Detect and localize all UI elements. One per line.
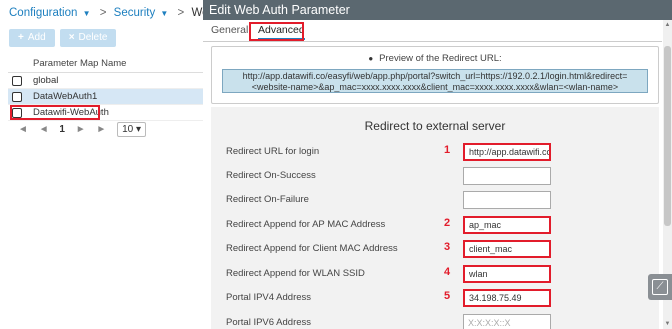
caret-down-icon[interactable]: ▼: [83, 9, 91, 18]
add-button-label: Add: [27, 32, 46, 43]
scroll-thumb[interactable]: [664, 46, 671, 226]
annotation-marker: 1: [444, 144, 451, 156]
chevron-right-icon: >: [99, 7, 107, 19]
annotation-highlight-box: [10, 105, 100, 120]
scroll-up-icon[interactable]: ▲: [663, 22, 672, 28]
column-header[interactable]: Parameter Map Name: [8, 57, 207, 73]
redirect-success-row: Redirect On-Success: [226, 167, 651, 185]
list-toolbar: + Add × Delete: [9, 29, 118, 47]
row-name[interactable]: global: [33, 75, 58, 86]
delete-button-label: Delete: [78, 32, 108, 43]
edit-web-auth-dialog: Edit Web Auth Parameter General Advanced…: [203, 0, 672, 329]
next-page-icon[interactable]: ►: [76, 124, 86, 135]
field-label: Redirect Append for AP MAC Address: [226, 219, 386, 230]
parameter-map-pane: Configuration ▼ > Security ▼ > Web Auth …: [0, 0, 241, 329]
ap-mac-row: Redirect Append for AP MAC Address 2 ap_…: [226, 216, 651, 234]
annotation-highlight-box: [249, 22, 304, 41]
preview-heading-text: Preview of the Redirect URL:: [379, 53, 502, 64]
redirect-url-preview: ● Preview of the Redirect URL: http://app…: [211, 46, 659, 104]
wlan-ssid-row: Redirect Append for WLAN SSID 4 wlan: [226, 265, 651, 283]
table-row[interactable]: DataWebAuth1: [8, 89, 207, 105]
table-row[interactable]: global: [8, 73, 207, 89]
dialog-title: Edit Web Auth Parameter: [203, 0, 672, 20]
row-checkbox[interactable]: [12, 92, 22, 102]
row-checkbox[interactable]: [12, 76, 22, 86]
delete-button[interactable]: × Delete: [59, 29, 117, 47]
portal-ipv4-input[interactable]: 34.198.75.49: [463, 289, 551, 307]
first-page-icon[interactable]: ◄: [18, 124, 28, 135]
floating-help-widget[interactable]: ⟋: [648, 274, 672, 300]
annotation-marker: 3: [444, 241, 451, 253]
annotation-marker: 2: [444, 217, 451, 229]
last-page-icon[interactable]: ►: [96, 124, 106, 135]
wlan-ssid-input[interactable]: wlan: [463, 265, 551, 283]
field-label: Portal IPV6 Address: [226, 317, 312, 328]
row-name[interactable]: DataWebAuth1: [33, 91, 97, 102]
field-label: Redirect On-Failure: [226, 194, 309, 205]
preview-url: http://app.datawifi.co/easyfi/web/app.ph…: [222, 69, 648, 93]
tab-general[interactable]: General: [211, 24, 248, 36]
caret-down-icon[interactable]: ▼: [160, 9, 168, 18]
redirect-failure-row: Redirect On-Failure: [226, 191, 651, 209]
plus-icon: +: [18, 32, 24, 43]
external-redirect-form: Redirect to external server Redirect URL…: [211, 107, 659, 329]
info-icon: ●: [368, 54, 374, 63]
client-mac-input[interactable]: client_mac: [463, 240, 551, 258]
quick-tools-icon: ⟋: [652, 279, 668, 295]
field-label: Redirect Append for WLAN SSID: [226, 268, 365, 279]
close-icon: ×: [68, 32, 75, 43]
client-mac-row: Redirect Append for Client MAC Address 3…: [226, 240, 651, 258]
breadcrumb-security[interactable]: Security: [114, 7, 156, 19]
portal-ipv6-row: Portal IPV6 Address X:X:X:X::X: [226, 314, 651, 329]
current-page[interactable]: 1: [59, 124, 65, 135]
field-label: Portal IPV4 Address: [226, 292, 312, 303]
portal-ipv6-input[interactable]: X:X:X:X::X: [463, 314, 551, 329]
redirect-failure-input[interactable]: [463, 191, 551, 209]
portal-ipv4-row: Portal IPV4 Address 5 34.198.75.49: [226, 289, 651, 307]
prev-page-icon[interactable]: ◄: [39, 124, 49, 135]
annotation-marker: 4: [444, 266, 451, 278]
redirect-url-row: Redirect URL for login 1 http://app.data…: [226, 143, 651, 161]
chevron-right-icon: >: [177, 7, 185, 19]
field-label: Redirect URL for login: [226, 146, 320, 157]
field-label: Redirect On-Success: [226, 170, 316, 181]
field-placeholder: X:X:X:X::X: [468, 318, 511, 328]
preview-heading: ● Preview of the Redirect URL:: [212, 53, 658, 64]
redirect-success-input[interactable]: [463, 167, 551, 185]
breadcrumb-configuration[interactable]: Configuration: [9, 7, 77, 19]
scroll-down-icon[interactable]: ▼: [663, 321, 672, 327]
ap-mac-input[interactable]: ap_mac: [463, 216, 551, 234]
annotation-marker: 5: [444, 290, 451, 302]
pagination: ◄ ◄ 1 ► ► 10 ▾: [18, 122, 154, 137]
redirect-url-input[interactable]: http://app.datawifi.co/easyfi: [463, 143, 551, 161]
field-label: Redirect Append for Client MAC Address: [226, 243, 398, 254]
page-size-select[interactable]: 10 ▾: [117, 122, 147, 137]
section-title: Redirect to external server: [364, 119, 506, 133]
add-button[interactable]: + Add: [9, 29, 55, 47]
